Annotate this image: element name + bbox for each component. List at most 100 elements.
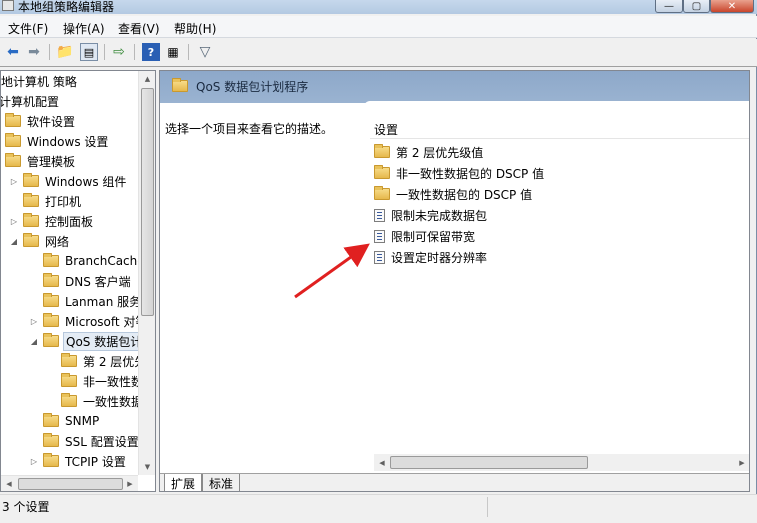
tree-item[interactable]: SSL 配置设置 <box>43 431 141 451</box>
scroll-right-arrow-icon[interactable]: ▶ <box>122 476 138 491</box>
folder-icon <box>43 413 59 427</box>
folder-icon <box>374 144 390 158</box>
tree-horizontal-scrollbar[interactable]: ◀ ▶ <box>1 475 138 491</box>
gpedit-window: 本地组策略编辑器 — ▢ ✕ 文件(F) 操作(A) 查看(V) 帮助(H) ⬅… <box>0 0 757 523</box>
tree-item[interactable]: 软件设置 <box>5 111 77 131</box>
expand-icon[interactable]: ▷ <box>29 317 39 326</box>
export-list-icon[interactable]: ⇨ <box>110 43 128 61</box>
minimize-button[interactable]: — <box>655 0 683 13</box>
column-header-setting[interactable]: 设置 <box>370 119 749 139</box>
tree-item[interactable]: ▷ Windows 组件 <box>9 171 128 191</box>
details-header: QoS 数据包计划程序 <box>160 71 749 103</box>
tree-item[interactable]: SNMP <box>43 411 101 431</box>
expand-icon[interactable]: ▷ <box>29 457 39 466</box>
scroll-thumb[interactable] <box>390 456 588 469</box>
list-item[interactable]: 设置定时器分辨率 <box>374 247 487 267</box>
list-item[interactable]: 非一致性数据包的 DSCP 值 <box>374 163 544 183</box>
app-icon <box>2 0 14 11</box>
up-folder-icon[interactable]: 📁 <box>56 43 74 61</box>
tree-item[interactable]: DNS 客户端 <box>43 271 133 291</box>
window-title: 本地组策略编辑器 <box>18 0 115 14</box>
forward-arrow-icon[interactable]: ➡ <box>25 43 43 61</box>
description-text: 选择一个项目来查看它的描述。 <box>165 122 334 136</box>
settings-list[interactable]: 设置 第 2 层优先级值 非一致性数据包的 DSCP 值 一致性数据包的 DSC… <box>364 101 749 471</box>
folder-icon <box>61 353 77 367</box>
status-bar: 3 个设置 <box>0 494 757 523</box>
folder-icon <box>5 133 21 147</box>
filter-icon[interactable]: ▽ <box>196 43 214 61</box>
tree-item[interactable]: ▷ Microsoft 对等网络服务 <box>29 311 155 331</box>
details-pane: QoS 数据包计划程序 选择一个项目来查看它的描述。 设置 第 2 层优先级值 … <box>159 70 750 492</box>
folder-icon <box>61 373 77 387</box>
tree-item[interactable]: ◢ 计算机配置 <box>1 91 61 111</box>
help-icon[interactable]: ? <box>142 43 160 61</box>
scroll-up-arrow-icon[interactable]: ▲ <box>139 71 155 87</box>
menu-file[interactable]: 文件(F) <box>8 20 48 37</box>
folder-icon <box>43 273 59 287</box>
scroll-left-arrow-icon[interactable]: ◀ <box>374 454 390 471</box>
properties-icon[interactable]: ▦ <box>164 43 182 61</box>
menu-help[interactable]: 帮助(H) <box>174 20 216 37</box>
folder-icon <box>5 113 21 127</box>
tab-standard[interactable]: 标准 <box>202 474 241 491</box>
scroll-right-arrow-icon[interactable]: ▶ <box>734 454 749 471</box>
tree-item-qos-selected[interactable]: ◢ QoS 数据包计划程序 <box>29 331 155 351</box>
tree-vertical-scrollbar[interactable]: ▲ ▼ <box>138 71 155 475</box>
list-horizontal-scrollbar[interactable]: ◀ ▶ <box>374 454 749 471</box>
list-item[interactable]: 限制未完成数据包 <box>374 205 487 225</box>
tree-item[interactable]: ◢ 网络 <box>9 231 71 251</box>
folder-icon <box>43 313 59 327</box>
scroll-down-arrow-icon[interactable]: ▼ <box>139 459 155 475</box>
folder-icon <box>43 253 59 267</box>
tree-item[interactable]: 本地计算机 策略 <box>1 71 79 91</box>
folder-icon <box>374 186 390 200</box>
collapse-icon[interactable]: ◢ <box>29 337 39 346</box>
folder-icon <box>43 293 59 307</box>
folder-icon <box>23 233 39 247</box>
status-text: 3 个设置 <box>2 500 50 514</box>
toolbar-separator <box>49 44 50 60</box>
scroll-left-arrow-icon[interactable]: ◀ <box>1 476 17 491</box>
list-item[interactable]: 一致性数据包的 DSCP 值 <box>374 184 532 204</box>
back-arrow-icon[interactable]: ⬅ <box>4 43 22 61</box>
expand-icon[interactable]: ▷ <box>9 177 19 186</box>
folder-icon <box>23 173 39 187</box>
menu-action[interactable]: 操作(A) <box>63 20 105 37</box>
tree-item[interactable]: ▷ 控制面板 <box>9 211 95 231</box>
folder-icon <box>61 393 77 407</box>
tree-item[interactable]: Windows 设置 <box>5 131 110 151</box>
folder-icon <box>43 453 59 467</box>
toolbar-separator <box>188 44 189 60</box>
tree-item[interactable]: BranchCache <box>43 251 147 271</box>
folder-icon <box>23 193 39 207</box>
maximize-button[interactable]: ▢ <box>683 0 710 13</box>
tab-extended[interactable]: 扩展 <box>164 474 203 491</box>
view-tabs: 扩展 标准 <box>160 473 749 491</box>
tree-item[interactable]: 管理模板 <box>5 151 77 171</box>
policy-setting-icon <box>374 208 385 222</box>
folder-icon <box>43 433 59 447</box>
expand-icon[interactable]: ▷ <box>9 217 19 226</box>
show-hide-tree-icon[interactable]: ▤ <box>80 43 98 61</box>
close-button[interactable]: ✕ <box>710 0 754 13</box>
tree-item[interactable]: ▷ TCPIP 设置 <box>29 451 128 471</box>
folder-icon <box>5 153 21 167</box>
tree-pane[interactable]: 本地计算机 策略 ◢ 计算机配置 软件设置 Windows 设置 管理模板 ▷ … <box>0 70 156 492</box>
policy-setting-icon <box>374 250 385 264</box>
menu-view[interactable]: 查看(V) <box>118 20 160 37</box>
menu-bar: 文件(F) 操作(A) 查看(V) 帮助(H) <box>0 16 757 38</box>
list-item[interactable]: 第 2 层优先级值 <box>374 142 483 162</box>
status-separator <box>487 497 488 517</box>
list-item[interactable]: 限制可保留带宽 <box>374 226 475 246</box>
policy-setting-icon <box>374 229 385 243</box>
toolbar: ⬅ ➡ 📁 ▤ ⇨ ? ▦ ▽ <box>0 39 757 67</box>
folder-icon <box>374 165 390 179</box>
tree-item[interactable]: 打印机 <box>23 191 83 211</box>
details-header-title: QoS 数据包计划程序 <box>196 80 309 94</box>
folder-icon <box>23 213 39 227</box>
toolbar-separator <box>104 44 105 60</box>
collapse-icon[interactable]: ◢ <box>9 237 19 246</box>
title-bar[interactable]: 本地组策略编辑器 — ▢ ✕ <box>0 0 757 14</box>
scroll-thumb[interactable] <box>141 88 154 316</box>
scroll-thumb[interactable] <box>18 478 123 490</box>
